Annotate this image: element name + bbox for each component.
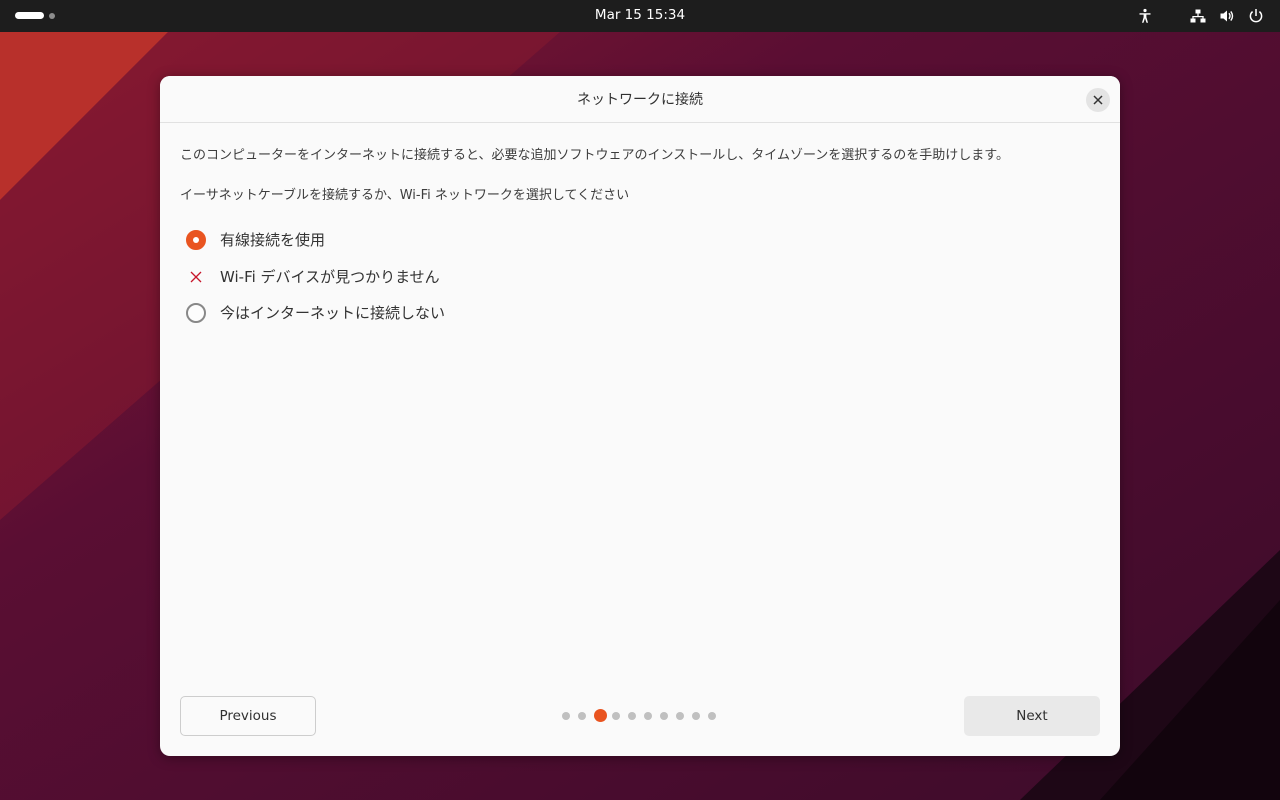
close-icon <box>1093 95 1103 105</box>
pager-dot <box>612 712 620 720</box>
dialog-title: ネットワークに接続 <box>577 92 703 108</box>
pager-dot <box>644 712 652 720</box>
previous-button[interactable]: Previous <box>180 696 316 736</box>
option-wifi: Wi-Fi デバイスが見つかりません <box>184 265 684 289</box>
option-wifi-label: Wi-Fi デバイスが見つかりません <box>220 268 440 286</box>
pager-dot <box>676 712 684 720</box>
workspace-indicator[interactable] <box>49 13 55 19</box>
radio-unselected[interactable] <box>186 303 206 323</box>
option-wired-label: 有線接続を使用 <box>220 231 326 249</box>
option-wired[interactable]: 有線接続を使用 <box>184 228 684 252</box>
pager-dot-active <box>594 709 607 722</box>
pager-dot <box>578 712 586 720</box>
option-no-connection[interactable]: 今はインターネットに接続しない <box>184 301 684 325</box>
pager-dot <box>692 712 700 720</box>
volume-icon[interactable] <box>1219 8 1235 24</box>
network-wired-icon[interactable] <box>1190 8 1206 24</box>
instruction-text: イーサネットケーブルを接続するか、Wi-Fi ネットワークを選択してください <box>180 188 630 203</box>
option-no-connection-label: 今はインターネットに接続しない <box>220 304 446 322</box>
close-button[interactable] <box>1086 88 1110 112</box>
workspace-indicator-active[interactable] <box>15 12 44 19</box>
radio-selected[interactable] <box>186 230 206 250</box>
clock[interactable]: Mar 15 15:34 <box>540 0 740 32</box>
description-text: このコンピューターをインターネットに接続すると、必要な追加ソフトウェアのインスト… <box>180 148 1010 163</box>
pager-dot <box>628 712 636 720</box>
pager-dot <box>660 712 668 720</box>
connect-network-dialog: ネットワークに接続 このコンピューターをインターネットに接続すると、必要な追加ソ… <box>160 76 1120 756</box>
next-button[interactable]: Next <box>964 696 1100 736</box>
power-icon[interactable] <box>1248 8 1264 24</box>
desktop: Mar 15 15:34 ネットワークに接続 このコンピューターをインターネット… <box>0 0 1280 800</box>
unavailable-x-icon <box>190 271 202 283</box>
dialog-header: ネットワークに接続 <box>160 76 1120 123</box>
accessibility-icon[interactable] <box>1137 8 1153 24</box>
step-pager <box>560 709 720 723</box>
pager-dot <box>708 712 716 720</box>
pager-dot <box>562 712 570 720</box>
top-bar: Mar 15 15:34 <box>0 0 1280 32</box>
